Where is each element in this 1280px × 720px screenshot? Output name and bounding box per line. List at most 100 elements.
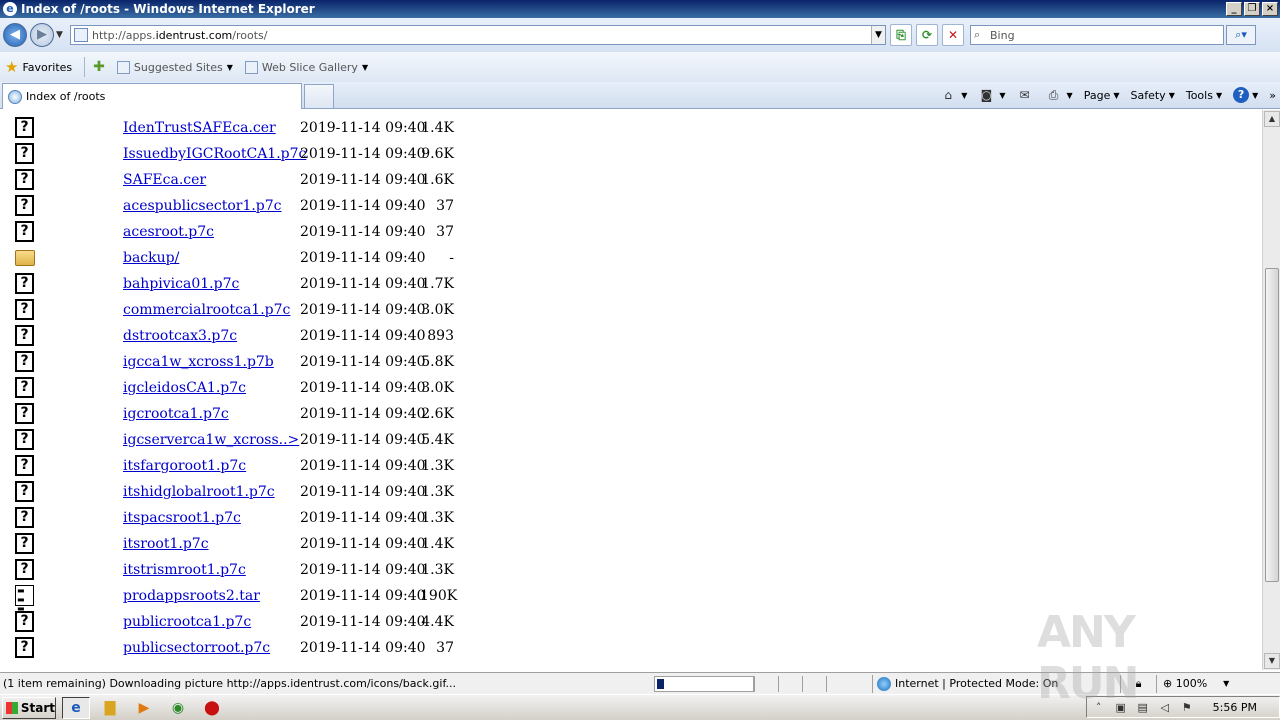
file-date: 2019-11-14 09:40 bbox=[300, 536, 426, 552]
file-size: 1.4K bbox=[421, 120, 454, 136]
stop-icon[interactable]: ✕ bbox=[942, 24, 964, 46]
listing-row: ? IdenTrustSAFEca.cer 2019-11-14 09:40 1.4K bbox=[0, 113, 600, 139]
unknown-file-icon: ? bbox=[15, 273, 34, 294]
file-link[interactable]: dstrootcax3.p7c bbox=[123, 328, 237, 344]
listing-row: ? itsroot1.p7c 2019-11-14 09:40 1.4K bbox=[0, 529, 600, 555]
file-link[interactable]: publicsectorroot.p7c bbox=[123, 640, 270, 656]
zone-label: Internet | Protected Mode: On bbox=[895, 677, 1059, 690]
file-link[interactable]: IdenTrustSAFEca.cer bbox=[123, 120, 276, 136]
more-commands-button[interactable]: » bbox=[1269, 89, 1276, 102]
tools-menu[interactable]: Tools ▼ bbox=[1186, 89, 1222, 102]
favorites-button[interactable]: Favorites bbox=[22, 61, 72, 74]
favorites-star-icon[interactable]: ★ bbox=[5, 58, 18, 76]
zoom-icon: ⊕ bbox=[1163, 677, 1176, 690]
chevron-down-icon: ▼ bbox=[1215, 90, 1223, 100]
file-date: 2019-11-14 09:40 bbox=[300, 276, 426, 292]
chevron-down-icon: ▼ bbox=[1113, 90, 1120, 100]
file-link[interactable]: bahpivica01.p7c bbox=[123, 276, 239, 292]
taskbar-chrome-icon[interactable]: ◉ bbox=[164, 697, 192, 719]
file-date: 2019-11-14 09:40 bbox=[300, 432, 426, 448]
vertical-scrollbar[interactable]: ▲ ▼ bbox=[1262, 110, 1280, 670]
start-button[interactable]: Start bbox=[2, 696, 56, 719]
file-link[interactable]: IssuedbyIGCRootCA1.p7c bbox=[123, 146, 306, 162]
unknown-file-icon: ? bbox=[15, 559, 34, 580]
progress-fill bbox=[657, 678, 664, 689]
file-link[interactable]: itstrismroot1.p7c bbox=[123, 562, 246, 578]
file-link[interactable]: igcserverca1w_xcross..> bbox=[123, 432, 299, 448]
file-link[interactable]: igcleidosCA1.p7c bbox=[123, 380, 246, 396]
page-menu[interactable]: Page ▼ bbox=[1084, 89, 1120, 102]
file-link[interactable]: itsfargoroot1.p7c bbox=[123, 458, 246, 474]
unknown-file-icon: ? bbox=[15, 533, 34, 554]
add-to-favorites-bar-icon[interactable]: ✚ bbox=[93, 59, 105, 75]
file-date: 2019-11-14 09:40 bbox=[300, 484, 426, 500]
file-size: 37 bbox=[436, 198, 454, 214]
file-size: 1.4K bbox=[421, 536, 454, 552]
file-link[interactable]: acespublicsector1.p7c bbox=[123, 198, 282, 214]
clock[interactable]: 5:56 PM bbox=[1213, 701, 1257, 714]
file-link[interactable]: igcca1w_xcross1.p7b bbox=[123, 354, 274, 370]
taskbar-explorer-icon[interactable]: ▇ bbox=[96, 697, 124, 719]
scroll-down-button[interactable]: ▼ bbox=[1264, 653, 1280, 669]
web-slice-gallery-link[interactable]: Web Slice Gallery ▼ bbox=[244, 60, 369, 74]
back-button[interactable]: ◀ bbox=[3, 23, 27, 47]
unknown-file-icon: ? bbox=[15, 325, 34, 346]
file-size: 190K bbox=[420, 588, 458, 604]
file-size: 2.6K bbox=[421, 406, 454, 422]
search-input[interactable]: Bing bbox=[990, 29, 1223, 42]
read-mail-button[interactable]: ✉ bbox=[1017, 88, 1035, 102]
minimize-button[interactable]: _ bbox=[1226, 2, 1242, 16]
scroll-up-button[interactable]: ▲ bbox=[1264, 111, 1280, 127]
unknown-file-icon: ? bbox=[15, 117, 34, 138]
volume-icon[interactable]: ◁ bbox=[1157, 701, 1173, 714]
file-link[interactable]: itshidglobalroot1.p7c bbox=[123, 484, 275, 500]
refresh-icon[interactable]: ⟳ bbox=[916, 24, 938, 46]
file-link[interactable]: acesroot.p7c bbox=[123, 224, 214, 240]
scroll-thumb[interactable] bbox=[1265, 268, 1279, 582]
chevron-down-icon: ▼ bbox=[1066, 90, 1073, 100]
file-link[interactable]: itspacsroot1.p7c bbox=[123, 510, 241, 526]
address-url[interactable]: http://apps.identrust.com/roots/ bbox=[92, 29, 871, 42]
history-dropdown-icon[interactable]: ▼ bbox=[56, 30, 68, 40]
chevron-down-icon: ▼ bbox=[1168, 90, 1175, 100]
chevron-down-icon: ▼ bbox=[361, 62, 369, 72]
search-box[interactable]: ⌕ Bing bbox=[970, 25, 1224, 45]
action-center-flag-icon[interactable]: ⚑ bbox=[1179, 701, 1195, 714]
new-tab-button[interactable] bbox=[304, 84, 334, 108]
forward-button[interactable]: ▶ bbox=[30, 23, 54, 47]
unknown-file-icon: ? bbox=[15, 377, 34, 398]
print-button[interactable]: ⎙ ▼ bbox=[1046, 88, 1073, 102]
file-link[interactable]: backup/ bbox=[123, 250, 179, 266]
file-date: 2019-11-14 09:40 bbox=[300, 120, 426, 136]
file-size: 3.0K bbox=[421, 380, 454, 396]
unknown-file-icon: ? bbox=[15, 455, 34, 476]
file-link[interactable]: itsroot1.p7c bbox=[123, 536, 209, 552]
home-button[interactable]: ⌂ ▼ bbox=[940, 88, 967, 102]
listing-row: ? publicrootca1.p7c 2019-11-14 09:40 4.4K bbox=[0, 607, 600, 633]
address-bar[interactable]: http://apps.identrust.com/roots/ ▼ bbox=[70, 25, 886, 45]
taskbar-ie-icon[interactable]: e bbox=[62, 696, 90, 719]
compatibility-view-icon[interactable]: ⎘ bbox=[890, 24, 912, 46]
safety-menu[interactable]: Safety ▼ bbox=[1131, 89, 1175, 102]
listing-row: ? SAFEca.cer 2019-11-14 09:40 1.6K bbox=[0, 165, 600, 191]
file-date: 2019-11-14 09:40 bbox=[300, 224, 426, 240]
feeds-button[interactable]: ◙ ▼ bbox=[978, 88, 1006, 102]
restore-button[interactable]: ❐ bbox=[1244, 2, 1260, 16]
file-link[interactable]: igcrootca1.p7c bbox=[123, 406, 229, 422]
search-button[interactable]: ⌕▾ bbox=[1226, 25, 1256, 45]
download-progress-bar bbox=[654, 675, 754, 692]
file-link[interactable]: publicrootca1.p7c bbox=[123, 614, 251, 630]
close-window-button[interactable]: × bbox=[1262, 2, 1278, 16]
help-menu[interactable]: ? ▼ bbox=[1233, 87, 1258, 103]
tab-index-of-roots[interactable]: Index of /roots bbox=[2, 83, 302, 109]
zoom-button[interactable]: ⊕ 100% ▼ bbox=[1156, 674, 1240, 693]
taskbar-media-player-icon[interactable]: ▶ bbox=[130, 697, 158, 719]
listing-row: ? acespublicsector1.p7c 2019-11-14 09:40 37 bbox=[0, 191, 600, 217]
file-link[interactable]: commercialrootca1.p7c bbox=[123, 302, 290, 318]
taskbar-opera-icon[interactable]: ⬤ bbox=[198, 697, 226, 719]
file-link[interactable]: prodappsroots2.tar bbox=[123, 588, 260, 604]
suggested-sites-link[interactable]: Suggested Sites ▼ bbox=[116, 60, 233, 74]
file-size: 4.4K bbox=[421, 614, 454, 630]
address-dropdown-icon[interactable]: ▼ bbox=[871, 26, 885, 44]
file-link[interactable]: SAFEca.cer bbox=[123, 172, 206, 188]
